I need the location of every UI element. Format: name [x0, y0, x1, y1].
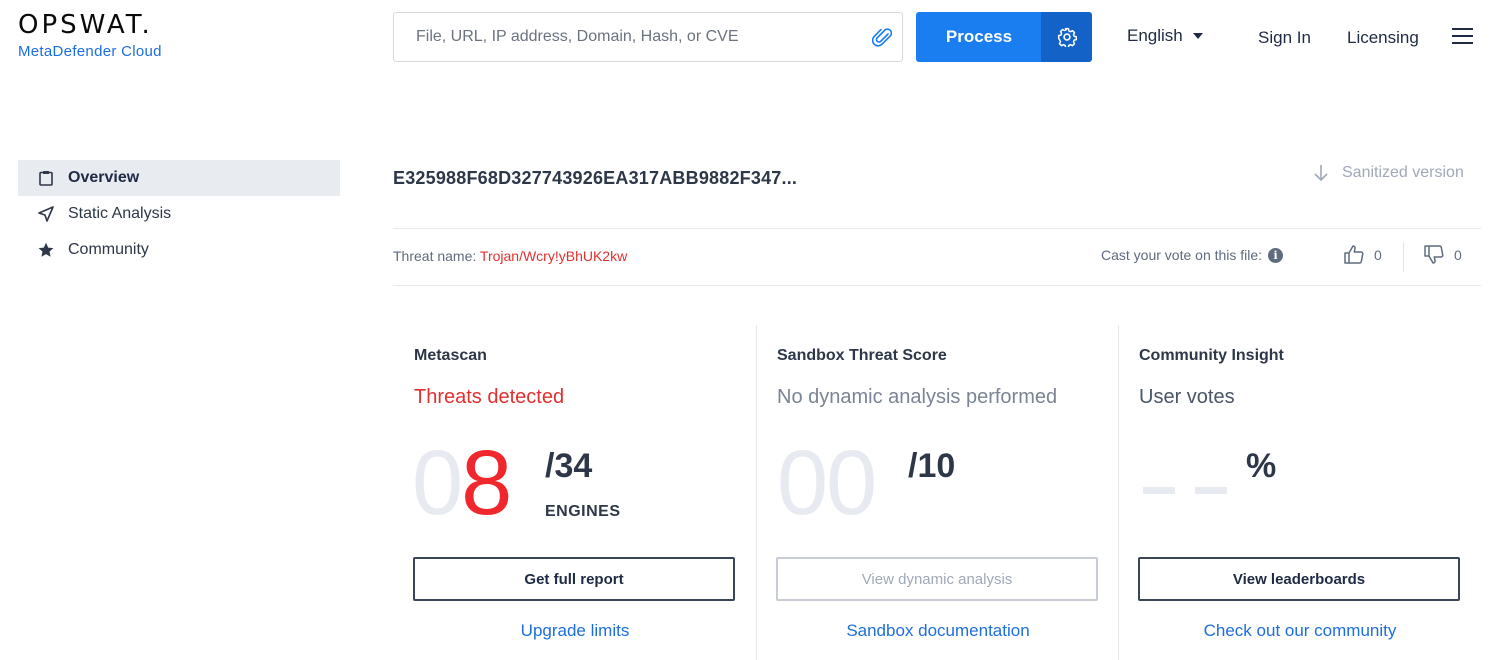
community-card: Community Insight User votes % View lead…	[1118, 325, 1480, 660]
sandbox-documentation-link[interactable]: Sandbox documentation	[757, 621, 1119, 641]
engines-total: /34	[545, 447, 593, 485]
community-link[interactable]: Check out our community	[1119, 621, 1481, 641]
card-status: User votes	[1139, 386, 1235, 408]
settings-button[interactable]	[1041, 12, 1092, 62]
card-status: Threats detected	[414, 386, 565, 408]
detection-count-ghost-digit: 0	[412, 432, 463, 534]
arrow-down-icon	[1314, 165, 1328, 182]
sandbox-score: 00	[777, 432, 877, 534]
vote-prompt: Cast your vote on this file: i	[1101, 247, 1284, 263]
sandbox-score-total: /10	[908, 447, 956, 485]
detection-count-value: 8	[461, 432, 512, 534]
threat-name: Trojan/Wcry!yBhUK2kw	[479, 248, 628, 264]
sidebar-item-label: Static Analysis	[68, 205, 172, 222]
thumbs-up-icon	[1344, 245, 1364, 264]
chevron-down-icon	[1192, 33, 1203, 39]
sidebar-item-overview[interactable]: Overview	[18, 160, 340, 196]
gear-icon	[1057, 27, 1077, 47]
card-title: Sandbox Threat Score	[777, 347, 947, 364]
page: OPSWAT. MetaDefender Cloud Process Engli…	[0, 0, 1508, 660]
paperclip-icon[interactable]	[862, 26, 902, 48]
sidebar-item-community[interactable]: Community	[18, 232, 340, 268]
upvote-button[interactable]: 0	[1344, 245, 1382, 264]
card-title: Metascan	[414, 347, 487, 364]
licensing-link[interactable]: Licensing	[1347, 28, 1419, 48]
language-selector[interactable]: English	[1127, 26, 1203, 46]
user-votes-placeholder	[1143, 487, 1227, 494]
threat-label: Threat name:	[393, 248, 477, 264]
engines-label: ENGINES	[545, 503, 621, 520]
star-icon	[38, 242, 54, 258]
thumbs-down-icon	[1424, 245, 1444, 264]
downvote-button[interactable]: 0	[1424, 245, 1462, 264]
clipboard-icon	[38, 170, 54, 186]
search-box	[393, 12, 903, 62]
downvote-count: 0	[1454, 246, 1462, 263]
process-button[interactable]: Process	[916, 12, 1042, 62]
view-dynamic-analysis-button[interactable]: View dynamic analysis	[776, 557, 1098, 601]
divider	[393, 285, 1481, 286]
language-label: English	[1127, 26, 1183, 45]
detection-count: 08	[412, 432, 512, 534]
logo[interactable]: OPSWAT. MetaDefender Cloud	[18, 10, 162, 60]
search-input[interactable]	[394, 13, 862, 61]
sidebar-item-label: Community	[68, 241, 149, 258]
info-icon[interactable]: i	[1268, 247, 1284, 263]
user-votes-percent: %	[1246, 447, 1277, 485]
metascan-card: Metascan Threats detected 08 /34 ENGINES…	[394, 325, 756, 660]
get-full-report-button[interactable]: Get full report	[413, 557, 735, 601]
vote-divider	[1403, 242, 1404, 272]
vote-label: Cast your vote on this file:	[1101, 247, 1263, 263]
sandbox-card: Sandbox Threat Score No dynamic analysis…	[756, 325, 1118, 660]
logo-product-name: MetaDefender Cloud	[18, 43, 162, 60]
card-status: No dynamic analysis performed	[777, 386, 1058, 408]
sanitized-version-link[interactable]: Sanitized version	[1312, 164, 1464, 182]
logo-wordmark: OPSWAT.	[18, 10, 153, 40]
sidebar-item-static-analysis[interactable]: Static Analysis	[18, 196, 340, 232]
divider	[393, 228, 1481, 229]
sidebar: Overview Static Analysis Community	[18, 160, 340, 268]
card-title: Community Insight	[1139, 347, 1284, 364]
upgrade-limits-link[interactable]: Upgrade limits	[394, 621, 756, 641]
sidebar-item-label: Overview	[68, 169, 140, 186]
view-leaderboards-button[interactable]: View leaderboards	[1138, 557, 1460, 601]
sanitized-version-label: Sanitized version	[1342, 164, 1464, 181]
send-icon	[38, 206, 54, 222]
file-hash-title: E325988F68D327743926EA317ABB9882F347...	[393, 168, 798, 188]
upvote-count: 0	[1374, 246, 1382, 263]
threat-info: Threat name: Trojan/Wcry!yBhUK2kw	[393, 248, 627, 264]
sign-in-link[interactable]: Sign In	[1258, 28, 1311, 48]
hamburger-menu-icon[interactable]	[1452, 28, 1473, 46]
